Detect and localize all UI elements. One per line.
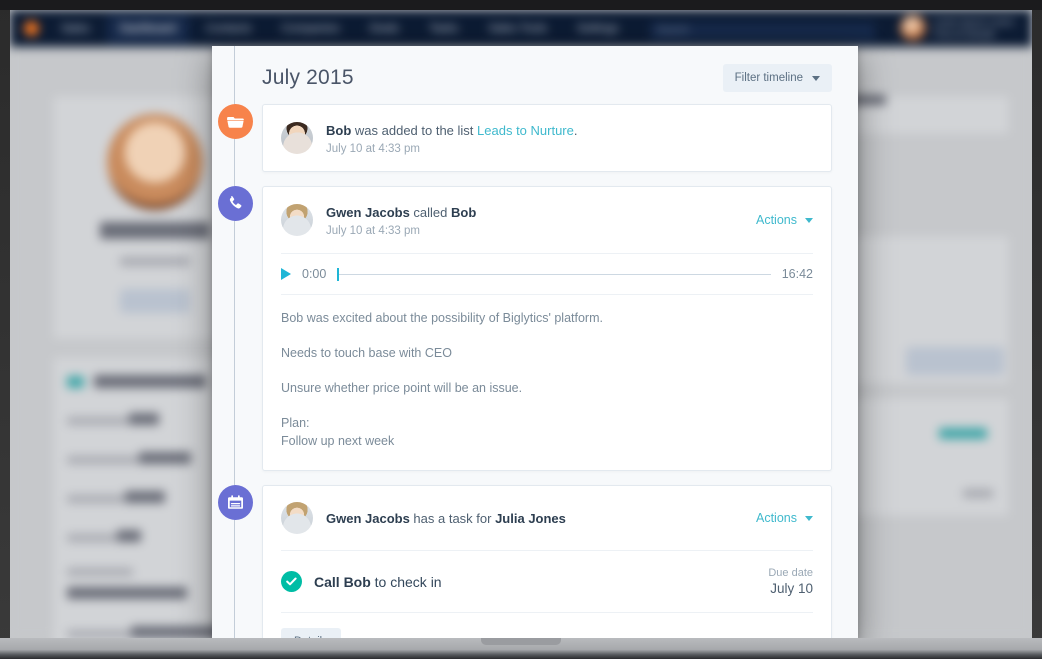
screen: Sales Dashboard Contacts Companies Deals… bbox=[10, 10, 1032, 638]
timeline-card: Gwen Jacobs called Bob July 10 at 4:33 p… bbox=[262, 186, 832, 471]
nav-brand-label: Sales bbox=[61, 22, 90, 35]
call-notes: Bob was excited about the possibility of… bbox=[263, 295, 831, 470]
search-input[interactable]: Search bbox=[650, 22, 875, 40]
avatar bbox=[281, 502, 313, 534]
actions-label: Actions bbox=[756, 213, 797, 227]
device-frame: Sales Dashboard Contacts Companies Deals… bbox=[0, 0, 1042, 659]
task-title-rest: to check in bbox=[370, 573, 442, 590]
phone-icon bbox=[218, 186, 253, 221]
event-period: . bbox=[573, 123, 578, 138]
filter-timeline-label: Filter timeline bbox=[734, 72, 803, 84]
avatar bbox=[900, 15, 927, 41]
event-verb: was added to the list bbox=[351, 123, 478, 138]
actions-menu-call[interactable]: Actions bbox=[756, 213, 813, 227]
event-verb: has a task for bbox=[409, 510, 496, 526]
about-panel-title bbox=[94, 375, 207, 389]
audio-current-time: 0:00 bbox=[302, 267, 327, 281]
event-timestamp: July 10 at 4:33 pm bbox=[326, 143, 420, 155]
user-name: Lorem Ipsum Lorem bbox=[933, 17, 1014, 27]
call-note-line: Follow up next week bbox=[281, 434, 395, 448]
target-name: Bob bbox=[451, 205, 477, 220]
audio-total-time: 16:42 bbox=[781, 267, 813, 281]
user-role: Free at Sample bbox=[933, 29, 995, 39]
task-title: Call Bob to check in bbox=[314, 574, 768, 590]
timeline-event-task: Gwen Jacobs has a task for Julia Jones A… bbox=[218, 485, 832, 638]
sprocket-icon bbox=[67, 375, 84, 388]
profile-subtitle bbox=[119, 257, 190, 266]
nav-item-settings[interactable]: Settings bbox=[564, 14, 632, 44]
chevron-down-icon bbox=[805, 217, 813, 223]
timeline-card-header: Gwen Jacobs called Bob July 10 at 4:33 p… bbox=[263, 187, 831, 253]
timeline-card-text: Gwen Jacobs has a task for Julia Jones bbox=[326, 509, 742, 528]
actions-label[interactable] bbox=[939, 428, 987, 439]
user-menu[interactable]: Lorem Ipsum Lorem Free at Sample bbox=[900, 15, 1014, 41]
timeline-modal: July 2015 Filter timeline Bob was added … bbox=[212, 46, 858, 638]
event-description: Gwen Jacobs has a task for Julia Jones bbox=[326, 509, 742, 528]
device-notch bbox=[481, 638, 561, 645]
event-verb: called bbox=[409, 205, 452, 220]
nav-item-tasks[interactable]: Tasks bbox=[416, 14, 471, 44]
timeline-card: Bob was added to the list Leads to Nurtu… bbox=[262, 104, 832, 172]
target-name: Julia Jones bbox=[495, 510, 566, 526]
timeline-event-list-add: Bob was added to the list Leads to Nurtu… bbox=[218, 104, 832, 172]
timeline-event-call: Gwen Jacobs called Bob July 10 at 4:33 p… bbox=[218, 186, 832, 471]
task-due-label: Due date bbox=[768, 567, 813, 579]
task-footer: Details bbox=[263, 613, 831, 638]
timeline-card: Gwen Jacobs has a task for Julia Jones A… bbox=[262, 485, 832, 638]
nav-item-deals[interactable]: Deals bbox=[357, 14, 412, 44]
actions-label: Actions bbox=[756, 511, 797, 525]
call-note-line: Needs to touch base with CEO bbox=[281, 346, 452, 360]
call-note-line: Plan: bbox=[281, 416, 310, 430]
event-timestamp: July 10 at 4:33 pm bbox=[326, 225, 420, 237]
timeline-card-text: Gwen Jacobs called Bob July 10 at 4:33 p… bbox=[326, 203, 742, 237]
audio-scrub-track bbox=[337, 273, 771, 275]
event-description: Bob was added to the list Leads to Nurtu… bbox=[326, 121, 813, 140]
details-button[interactable]: Details bbox=[281, 628, 341, 638]
list-link[interactable]: Leads to Nurture bbox=[477, 123, 574, 138]
timeline-scroll-area[interactable]: July 2015 Filter timeline Bob was added … bbox=[212, 46, 858, 638]
nav-item-contacts[interactable]: Contacts bbox=[193, 14, 264, 44]
check-circle-icon[interactable] bbox=[281, 571, 302, 592]
play-icon[interactable] bbox=[281, 268, 291, 280]
task-due: Due date July 10 bbox=[768, 567, 813, 596]
call-audio-player: 0:00 16:42 bbox=[263, 254, 831, 294]
profile-action-button[interactable] bbox=[119, 289, 190, 313]
nav-item-sales-tools[interactable]: Sales Tools bbox=[475, 14, 560, 44]
timeline-card-header: Bob was added to the list Leads to Nurtu… bbox=[263, 105, 831, 171]
chevron-down-icon bbox=[805, 515, 813, 521]
timeline-card-header: Gwen Jacobs has a task for Julia Jones A… bbox=[263, 486, 831, 550]
event-description: Gwen Jacobs called Bob bbox=[326, 203, 742, 222]
avatar bbox=[281, 204, 313, 236]
call-note-line: Unsure whether price point will be an is… bbox=[281, 381, 523, 395]
device-bezel-top bbox=[0, 0, 1042, 10]
audio-scrub-handle[interactable] bbox=[337, 267, 340, 281]
folder-icon bbox=[218, 104, 253, 139]
avatar bbox=[281, 122, 313, 154]
background-right-column bbox=[840, 95, 1010, 517]
page-title: July 2015 bbox=[262, 66, 354, 89]
contact-name: Bob bbox=[326, 123, 352, 138]
nav-item-dashboard[interactable]: Dashboard bbox=[106, 13, 190, 44]
profile-name bbox=[99, 222, 210, 239]
modal-header: July 2015 Filter timeline bbox=[212, 46, 858, 104]
task-row: Call Bob to check in Due date July 10 bbox=[263, 551, 831, 612]
actions-menu-task[interactable]: Actions bbox=[756, 511, 813, 525]
timeline-card-text: Bob was added to the list Leads to Nurtu… bbox=[326, 121, 813, 155]
calendar-task-icon bbox=[218, 485, 253, 520]
avatar bbox=[106, 114, 203, 210]
view-all-label[interactable] bbox=[963, 489, 993, 498]
audio-scrubber[interactable] bbox=[337, 267, 771, 281]
task-title-bold: Call Bob bbox=[314, 573, 371, 590]
chevron-down-icon bbox=[812, 75, 820, 81]
hubspot-sprocket-icon bbox=[24, 21, 39, 36]
bg-filter-timeline-button[interactable] bbox=[906, 347, 1004, 375]
call-note-line: Bob was excited about the possibility of… bbox=[281, 311, 603, 325]
filter-timeline-button[interactable]: Filter timeline bbox=[722, 64, 832, 92]
actor-name: Gwen Jacobs bbox=[326, 510, 410, 526]
nav-item-companies[interactable]: Companies bbox=[268, 14, 352, 44]
actor-name: Gwen Jacobs bbox=[326, 205, 410, 220]
background-navbar: Sales Dashboard Contacts Companies Deals… bbox=[10, 10, 1032, 47]
task-due-date: July 10 bbox=[770, 581, 813, 596]
